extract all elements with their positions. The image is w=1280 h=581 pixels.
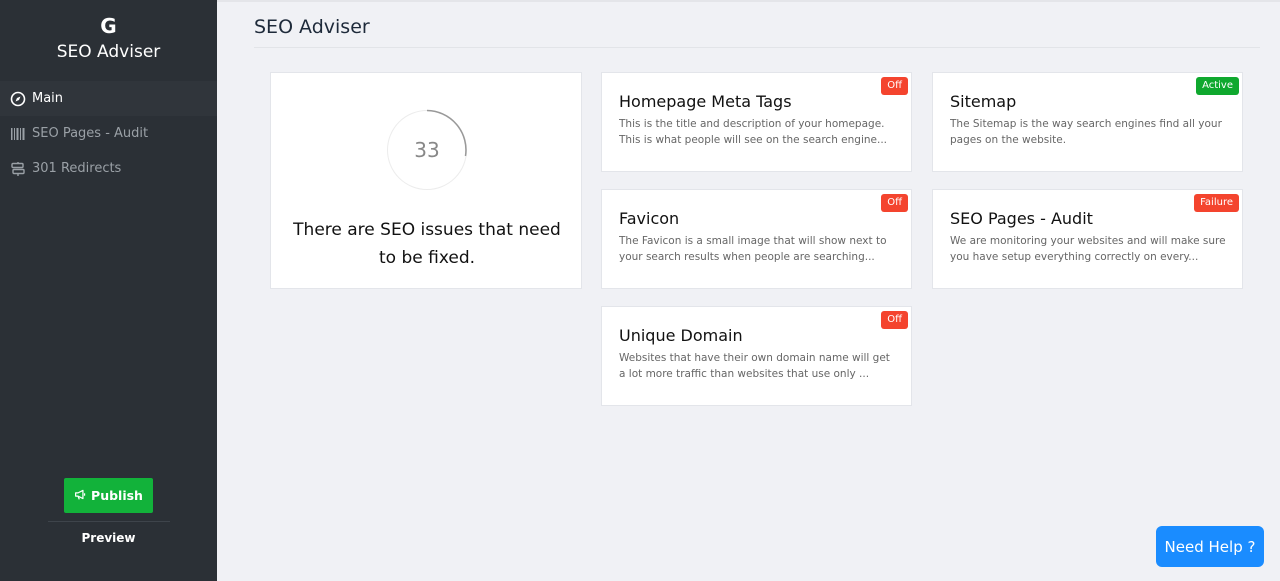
score-message: There are SEO issues that need to be fix…	[293, 220, 561, 268]
seo-score-card: 33 There are SEO issues that need to be …	[270, 72, 582, 289]
app-logo: G	[100, 14, 117, 38]
sidebar-item-label: SEO Pages - Audit	[32, 126, 149, 141]
megaphone-icon	[74, 488, 87, 504]
sidebar-item-301-redirects[interactable]: 301 Redirects	[0, 151, 217, 186]
card-sitemap[interactable]: Active Sitemap The Sitemap is the way se…	[932, 72, 1243, 172]
card-description: This is the title and description of you…	[619, 118, 888, 146]
sidebar-item-seo-pages-audit[interactable]: SEO Pages - Audit	[0, 116, 217, 151]
card-title: Favicon	[619, 209, 680, 228]
publish-label: Publish	[91, 488, 143, 503]
card-homepage-meta-tags[interactable]: Off Homepage Meta Tags This is the title…	[601, 72, 912, 172]
title-divider	[254, 47, 1260, 48]
sidebar-item-label: Main	[32, 91, 64, 106]
barcode-icon	[10, 126, 26, 142]
score-value: 33	[414, 138, 440, 162]
card-favicon[interactable]: Off Favicon The Favicon is a small image…	[601, 189, 912, 289]
status-badge: Off	[881, 194, 908, 212]
status-badge: Failure	[1194, 194, 1239, 212]
card-unique-domain[interactable]: Off Unique Domain Websites that have the…	[601, 306, 912, 406]
card-title: Sitemap	[950, 92, 1017, 111]
status-badge: Active	[1196, 77, 1239, 95]
sidebar: G SEO Adviser Main SEO Pages - Audit 301…	[0, 0, 217, 581]
app-name: SEO Adviser	[56, 42, 161, 62]
preview-link[interactable]: Preview	[0, 531, 217, 545]
card-description: We are monitoring your websites and will…	[950, 235, 1226, 263]
page-title: SEO Adviser	[254, 16, 370, 38]
card-description: The Favicon is a small image that will s…	[619, 235, 887, 263]
card-title: Homepage Meta Tags	[619, 92, 792, 111]
signpost-icon	[10, 161, 26, 177]
card-title: Unique Domain	[619, 326, 743, 345]
card-seo-pages-audit[interactable]: Failure SEO Pages - Audit We are monitor…	[932, 189, 1243, 289]
status-badge: Off	[881, 77, 908, 95]
sidebar-item-main[interactable]: Main	[0, 81, 217, 116]
status-badge: Off	[881, 311, 908, 329]
publish-button[interactable]: Publish	[64, 478, 153, 513]
card-title: SEO Pages - Audit	[950, 209, 1093, 228]
top-border	[217, 0, 1280, 2]
sidebar-item-label: 301 Redirects	[32, 161, 122, 176]
need-help-button[interactable]: Need Help ?	[1156, 526, 1264, 567]
compass-icon	[10, 91, 26, 107]
sidebar-nav: Main SEO Pages - Audit 301 Redirects	[0, 81, 217, 186]
card-description: Websites that have their own domain name…	[619, 352, 890, 380]
card-description: The Sitemap is the way search engines fi…	[950, 118, 1222, 146]
brand: G SEO Adviser	[0, 0, 217, 81]
sidebar-divider	[48, 521, 170, 522]
